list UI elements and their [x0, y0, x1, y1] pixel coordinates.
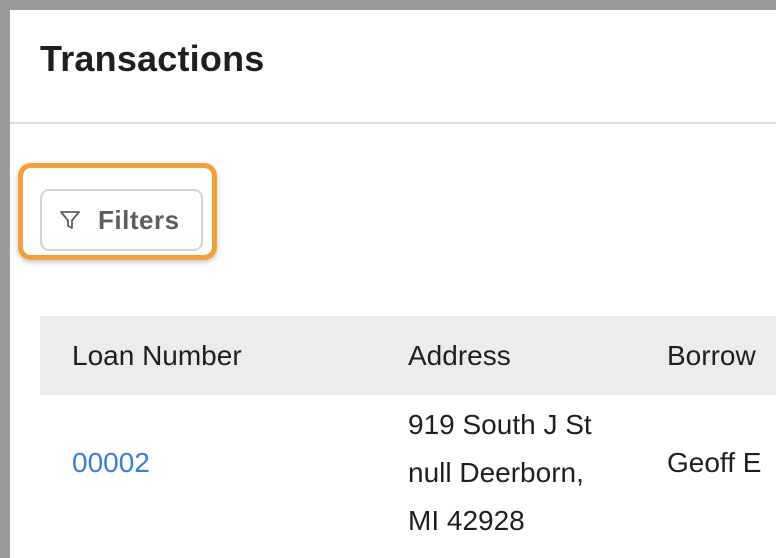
column-header-borrower[interactable]: Borrow [667, 316, 756, 395]
page-header: Transactions [10, 10, 776, 124]
filter-icon [59, 209, 81, 231]
address-line-1: 919 South J St [408, 409, 592, 440]
loan-number-link[interactable]: 00002 [72, 447, 150, 479]
table-header: Loan Number Address Borrow [40, 316, 776, 395]
column-header-address[interactable]: Address [408, 316, 511, 395]
filters-button-label: Filters [98, 204, 180, 235]
page-title: Transactions [40, 38, 265, 79]
table-row: 00002 919 South J St null Deerborn, MI 4… [40, 395, 776, 555]
transactions-table: Loan Number Address Borrow 00002 919 Sou… [40, 316, 776, 555]
column-header-loan-number[interactable]: Loan Number [72, 316, 242, 395]
address-cell: 919 South J St null Deerborn, MI 42928 [408, 401, 592, 545]
filters-button[interactable]: Filters [40, 189, 203, 251]
borrower-cell: Geoff E [667, 447, 762, 478]
address-line-2: null Deerborn, [408, 457, 584, 488]
address-line-3: MI 42928 [408, 505, 525, 536]
transactions-panel: Transactions Filters Loan Number Address… [10, 10, 776, 558]
